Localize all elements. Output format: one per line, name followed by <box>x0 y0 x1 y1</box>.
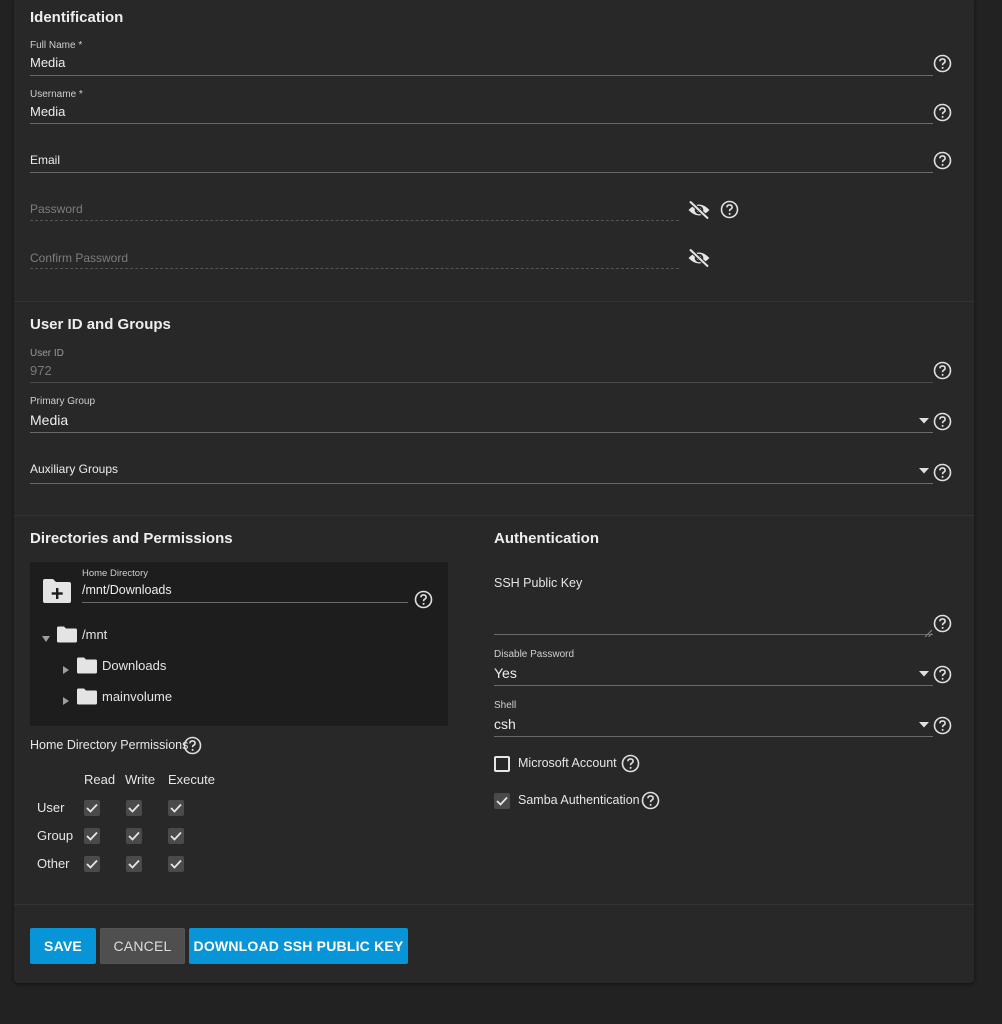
permission-row-other: Other <box>37 856 70 871</box>
home-directory-help-icon[interactable] <box>414 590 433 609</box>
auxiliary-groups-help-icon[interactable] <box>933 463 952 482</box>
permission-row-user: User <box>37 800 65 815</box>
microsoft-account-checkbox[interactable] <box>494 756 510 772</box>
primary-group-caret-down-icon[interactable] <box>919 418 929 424</box>
username-input[interactable]: Media <box>30 104 65 119</box>
tree-expanded-arrow-icon[interactable] <box>42 630 50 642</box>
auxiliary-groups-select[interactable]: Auxiliary Groups <box>30 462 118 476</box>
disable-password-label: Disable Password <box>494 649 575 660</box>
cancel-button[interactable]: CANCEL <box>100 928 185 964</box>
microsoft-account-label: Microsoft Account <box>518 756 617 770</box>
shell-label: Shell <box>494 700 517 711</box>
tree-collapsed-arrow-icon[interactable] <box>62 692 70 705</box>
auxiliary-groups-underline <box>30 483 933 484</box>
tree-collapsed-arrow-icon[interactable] <box>62 661 70 674</box>
download-ssh-public-key-button[interactable]: DOWNLOAD SSH PUBLIC KEY <box>189 928 408 964</box>
authentication-title: Authentication <box>494 530 599 547</box>
samba-authentication-checkbox[interactable] <box>494 793 510 809</box>
group-write-checkbox[interactable] <box>126 828 142 844</box>
ssh-public-key-label: SSH Public Key <box>494 576 583 590</box>
confirm-password-input[interactable]: Confirm Password <box>30 251 128 265</box>
microsoft-account-help-icon[interactable] <box>621 754 640 773</box>
tree-node-mnt[interactable]: /mnt <box>82 627 107 642</box>
email-input[interactable]: Email <box>30 153 60 167</box>
full-name-help-icon[interactable] <box>933 54 952 73</box>
folder-icon <box>76 688 98 710</box>
home-directory-permissions-title: Home Directory Permissions <box>30 738 189 752</box>
home-directory-input[interactable]: /mnt/Downloads <box>82 583 172 597</box>
auxiliary-groups-caret-down-icon[interactable] <box>919 468 929 474</box>
section-divider <box>14 301 974 302</box>
full-name-input[interactable]: Media <box>30 55 65 70</box>
group-read-checkbox[interactable] <box>84 828 100 844</box>
confirm-password-visibility-off-icon[interactable] <box>687 248 711 268</box>
user-write-checkbox[interactable] <box>126 800 142 816</box>
permission-row-group: Group <box>37 828 74 843</box>
full-name-label: Full Name * <box>30 40 83 51</box>
user-id-label: User ID <box>30 348 64 359</box>
primary-group-underline <box>30 432 933 433</box>
email-underline <box>30 172 933 173</box>
samba-authentication-help-icon[interactable] <box>641 791 660 810</box>
ssh-public-key-help-icon[interactable] <box>933 614 952 633</box>
disable-password-caret-down-icon[interactable] <box>919 671 929 677</box>
home-directory-underline <box>82 602 408 603</box>
email-help-icon[interactable] <box>933 151 952 170</box>
password-underline <box>30 220 679 221</box>
ssh-public-key-textarea[interactable] <box>494 596 933 634</box>
home-directory-label: Home Directory <box>82 568 148 579</box>
folder-icon <box>76 657 98 679</box>
other-execute-checkbox[interactable] <box>168 856 184 872</box>
confirm-password-underline <box>30 268 679 269</box>
user-id-help-icon[interactable] <box>933 361 952 380</box>
ssh-public-key-underline <box>494 634 933 635</box>
create-folder-icon[interactable] <box>41 578 73 609</box>
textarea-resize-handle-icon[interactable] <box>924 624 933 638</box>
password-input[interactable]: Password <box>30 202 83 216</box>
permission-column-write: Write <box>125 772 156 787</box>
section-divider <box>14 515 974 516</box>
disable-password-underline <box>494 685 933 686</box>
folder-icon <box>56 626 78 648</box>
save-button[interactable]: SAVE <box>30 928 96 964</box>
samba-authentication-label: Samba Authentication <box>518 793 640 807</box>
username-help-icon[interactable] <box>933 103 952 122</box>
username-label: Username * <box>30 89 83 100</box>
full-name-underline <box>30 75 933 76</box>
password-help-icon[interactable] <box>720 200 739 219</box>
user-read-checkbox[interactable] <box>84 800 100 816</box>
permissions-help-icon[interactable] <box>183 736 202 755</box>
home-directory-explorer: Home Directory /mnt/Downloads /mnt Downl… <box>30 562 448 726</box>
shell-caret-down-icon[interactable] <box>919 722 929 728</box>
shell-help-icon[interactable] <box>933 716 952 735</box>
user-id-underline <box>30 382 933 383</box>
permission-column-execute: Execute <box>168 772 215 787</box>
other-read-checkbox[interactable] <box>84 856 100 872</box>
tree-node-downloads[interactable]: Downloads <box>102 658 166 673</box>
tree-node-mainvolume[interactable]: mainvolume <box>102 689 172 704</box>
user-execute-checkbox[interactable] <box>168 800 184 816</box>
primary-group-help-icon[interactable] <box>933 412 952 431</box>
user-form-card: Identification Full Name * Media Usernam… <box>14 0 974 983</box>
user-id-groups-title: User ID and Groups <box>30 316 171 333</box>
directories-title: Directories and Permissions <box>30 530 233 547</box>
primary-group-select[interactable]: Media <box>30 412 68 428</box>
shell-select[interactable]: csh <box>494 716 516 732</box>
disable-password-select[interactable]: Yes <box>494 665 517 681</box>
shell-underline <box>494 736 933 737</box>
password-visibility-off-icon[interactable] <box>687 200 711 220</box>
primary-group-label: Primary Group <box>30 396 96 407</box>
permission-column-read: Read <box>84 772 116 787</box>
identification-title: Identification <box>30 9 124 26</box>
disable-password-help-icon[interactable] <box>933 665 952 684</box>
username-underline <box>30 123 933 124</box>
user-id-input[interactable]: 972 <box>30 363 52 378</box>
actions-divider <box>14 904 974 905</box>
group-execute-checkbox[interactable] <box>168 828 184 844</box>
other-write-checkbox[interactable] <box>126 856 142 872</box>
